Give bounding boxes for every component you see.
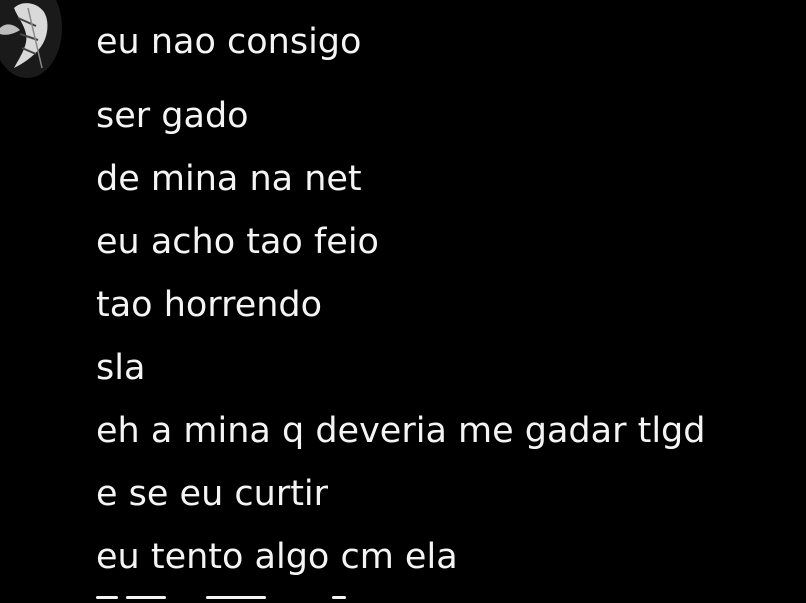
avatar-image-icon <box>0 0 62 78</box>
message-first-line: eu nao consigo <box>96 22 362 62</box>
message-line: sla <box>96 348 146 388</box>
message-line: tao horrendo <box>96 285 323 325</box>
message-line: eh a mina q deveria me gadar tlgd <box>96 411 706 451</box>
user-avatar[interactable] <box>0 0 62 78</box>
message-line: de mina na net <box>96 159 362 199</box>
message-line: eu acho tao feio <box>96 222 379 262</box>
chat-thread: eu nao consigo ser gado de mina na net e… <box>0 0 806 603</box>
message-line: eu tento algo cm ela <box>96 537 458 577</box>
message-line: ser gado <box>96 96 249 136</box>
cut-off-next-line <box>96 596 356 603</box>
message-line: e se eu curtir <box>96 474 329 514</box>
